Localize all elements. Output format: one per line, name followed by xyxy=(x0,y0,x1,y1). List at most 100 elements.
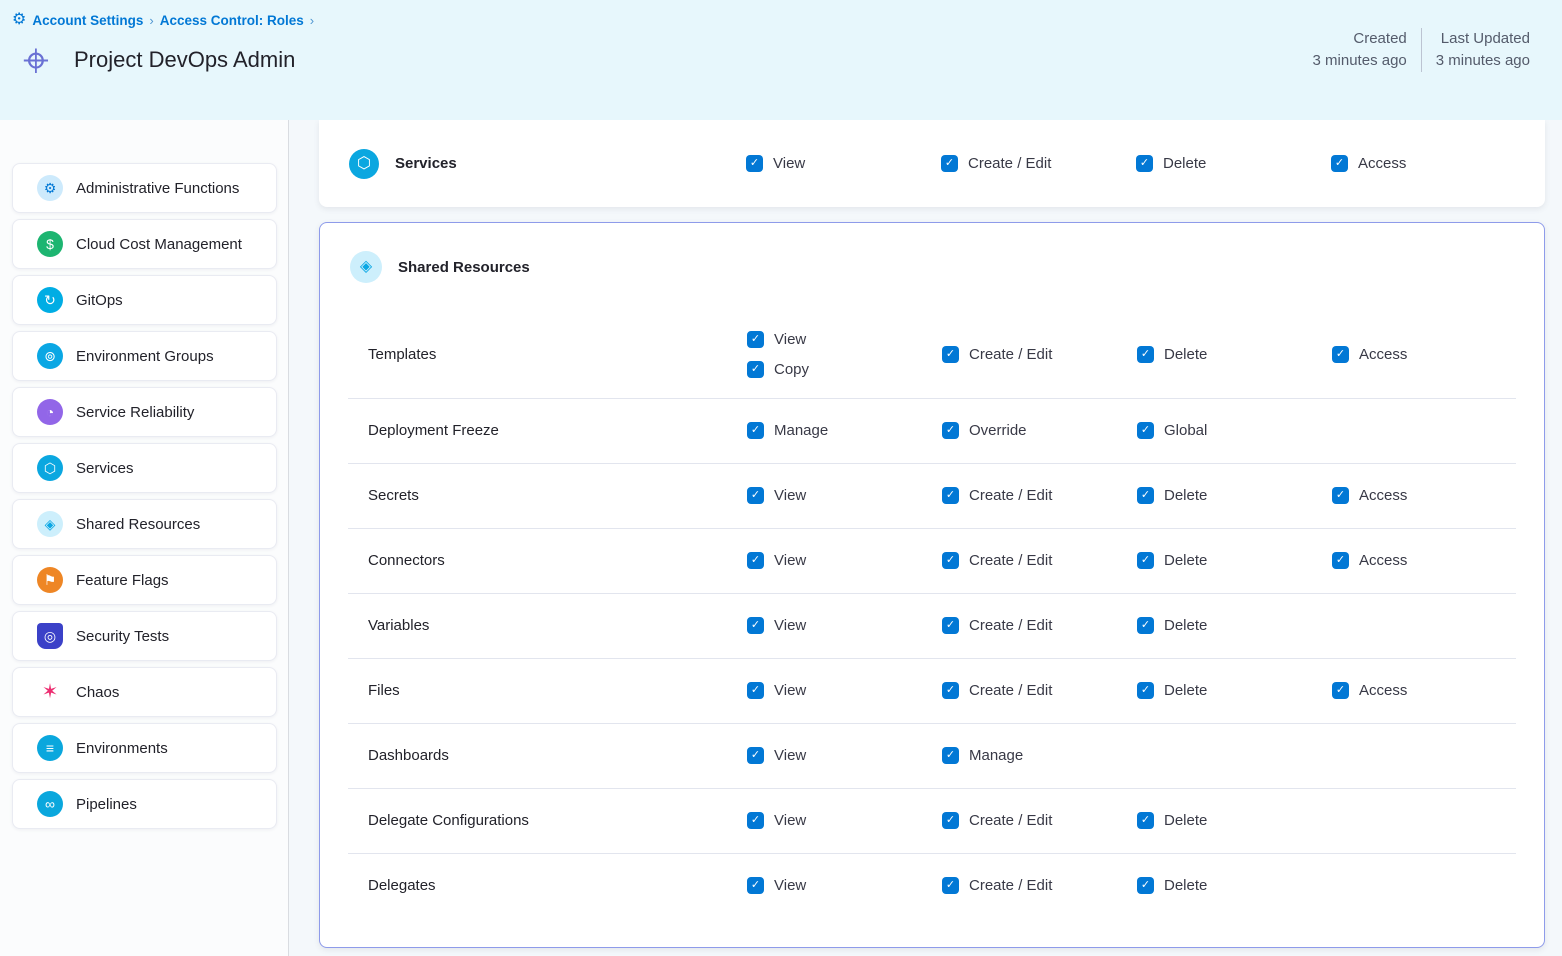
checkbox-checked-icon[interactable] xyxy=(1136,155,1153,172)
connectors-view-checkbox[interactable]: View xyxy=(747,552,942,569)
delegate-configurations-view-checkbox[interactable]: View xyxy=(747,812,942,829)
secrets-create-edit-checkbox[interactable]: Create / Edit xyxy=(942,487,1137,504)
permission-label: View xyxy=(774,877,806,894)
connectors-access-checkbox[interactable]: Access xyxy=(1332,552,1544,569)
checkbox-checked-icon[interactable] xyxy=(1137,346,1154,363)
checkbox-checked-icon[interactable] xyxy=(1331,155,1348,172)
services-create-edit-checkbox[interactable]: Create / Edit xyxy=(941,155,1136,172)
sidebar-item-chaos[interactable]: ✶Chaos xyxy=(12,667,277,717)
variables-view-checkbox[interactable]: View xyxy=(747,617,942,634)
sidebar-item-security-tests[interactable]: ◎Security Tests xyxy=(12,611,277,661)
permission-label: Access xyxy=(1359,346,1407,363)
checkbox-checked-icon[interactable] xyxy=(1137,487,1154,504)
checkbox-checked-icon[interactable] xyxy=(942,877,959,894)
variables-create-edit-checkbox[interactable]: Create / Edit xyxy=(942,617,1137,634)
templates-create-edit-checkbox[interactable]: Create / Edit xyxy=(942,346,1137,363)
variables-delete-checkbox[interactable]: Delete xyxy=(1137,617,1332,634)
checkbox-checked-icon[interactable] xyxy=(942,487,959,504)
breadcrumb-access-control-roles[interactable]: Access Control: Roles xyxy=(160,13,304,28)
checkbox-checked-icon[interactable] xyxy=(746,155,763,172)
sidebar-item-feature-flags[interactable]: ⚑Feature Flags xyxy=(12,555,277,605)
checkbox-checked-icon[interactable] xyxy=(1332,346,1349,363)
checkbox-checked-icon[interactable] xyxy=(747,422,764,439)
files-delete-checkbox[interactable]: Delete xyxy=(1137,682,1332,699)
templates-copy-checkbox[interactable]: Copy xyxy=(747,361,942,378)
checkbox-checked-icon[interactable] xyxy=(942,422,959,439)
sidebar-item-gitops[interactable]: ↻GitOps xyxy=(12,275,277,325)
checkbox-checked-icon[interactable] xyxy=(942,747,959,764)
sidebar-item-administrative-functions[interactable]: ⚙Administrative Functions xyxy=(12,163,277,213)
sidebar-item-label: Services xyxy=(76,460,134,477)
checkbox-checked-icon[interactable] xyxy=(1137,877,1154,894)
checkbox-checked-icon[interactable] xyxy=(747,812,764,829)
delegate-configurations-create-edit-checkbox[interactable]: Create / Edit xyxy=(942,812,1137,829)
delegates-view-checkbox[interactable]: View xyxy=(747,877,942,894)
security-tests-icon: ◎ xyxy=(37,623,63,649)
sidebar-item-pipelines[interactable]: ∞Pipelines xyxy=(12,779,277,829)
files-access-checkbox[interactable]: Access xyxy=(1332,682,1544,699)
permission-label: Copy xyxy=(774,361,809,378)
sidebar-item-cloud-cost-management[interactable]: $Cloud Cost Management xyxy=(12,219,277,269)
secrets-view-checkbox[interactable]: View xyxy=(747,487,942,504)
settings-gear-icon[interactable]: ⚙ xyxy=(12,12,26,28)
checkbox-checked-icon[interactable] xyxy=(1137,682,1154,699)
services-view-checkbox[interactable]: View xyxy=(746,155,941,172)
sidebar-item-environments[interactable]: ≡Environments xyxy=(12,723,277,773)
sidebar-item-service-reliability[interactable]: ◔Service Reliability xyxy=(12,387,277,437)
templates-access-checkbox[interactable]: Access xyxy=(1332,346,1544,363)
connectors-delete-checkbox[interactable]: Delete xyxy=(1137,552,1332,569)
environments-icon: ≡ xyxy=(37,735,63,761)
permission-row-delegate-configurations: Delegate ConfigurationsViewCreate / Edit… xyxy=(320,788,1544,853)
services-permissions-card: ⬡ Services View Create / Edit Delete Acc… xyxy=(319,120,1545,207)
checkbox-checked-icon[interactable] xyxy=(747,552,764,569)
checkbox-checked-icon[interactable] xyxy=(747,877,764,894)
resource-label: Dashboards xyxy=(368,747,747,764)
checkbox-checked-icon[interactable] xyxy=(1137,617,1154,634)
checkbox-checked-icon[interactable] xyxy=(942,346,959,363)
delegates-delete-checkbox[interactable]: Delete xyxy=(1137,877,1332,894)
environment-groups-icon: ⊚ xyxy=(37,343,63,369)
delegates-create-edit-checkbox[interactable]: Create / Edit xyxy=(942,877,1137,894)
sidebar-item-shared-resources[interactable]: ◈Shared Resources xyxy=(12,499,277,549)
templates-view-checkbox[interactable]: View xyxy=(747,331,942,348)
checkbox-checked-icon[interactable] xyxy=(1137,552,1154,569)
templates-delete-checkbox[interactable]: Delete xyxy=(1137,346,1332,363)
checkbox-checked-icon[interactable] xyxy=(1332,682,1349,699)
dashboards-manage-checkbox[interactable]: Manage xyxy=(942,747,1137,764)
checkbox-checked-icon[interactable] xyxy=(1332,552,1349,569)
checkbox-checked-icon[interactable] xyxy=(1137,422,1154,439)
checkbox-checked-icon[interactable] xyxy=(747,682,764,699)
checkbox-checked-icon[interactable] xyxy=(747,361,764,378)
checkbox-checked-icon[interactable] xyxy=(747,331,764,348)
permission-label: View xyxy=(774,552,806,569)
delegate-configurations-delete-checkbox[interactable]: Delete xyxy=(1137,812,1332,829)
files-view-checkbox[interactable]: View xyxy=(747,682,942,699)
deployment-freeze-manage-checkbox[interactable]: Manage xyxy=(747,422,942,439)
checkbox-checked-icon[interactable] xyxy=(941,155,958,172)
permission-row-files: FilesViewCreate / EditDeleteAccess xyxy=(320,658,1544,723)
connectors-create-edit-checkbox[interactable]: Create / Edit xyxy=(942,552,1137,569)
dashboards-view-checkbox[interactable]: View xyxy=(747,747,942,764)
checkbox-checked-icon[interactable] xyxy=(942,812,959,829)
sidebar-item-services[interactable]: ⬡Services xyxy=(12,443,277,493)
deployment-freeze-global-checkbox[interactable]: Global xyxy=(1137,422,1332,439)
services-access-checkbox[interactable]: Access xyxy=(1331,155,1545,172)
sidebar-item-environment-groups[interactable]: ⊚Environment Groups xyxy=(12,331,277,381)
checkbox-checked-icon[interactable] xyxy=(747,617,764,634)
checkbox-checked-icon[interactable] xyxy=(942,552,959,569)
checkbox-checked-icon[interactable] xyxy=(942,682,959,699)
checkbox-checked-icon[interactable] xyxy=(942,617,959,634)
secrets-access-checkbox[interactable]: Access xyxy=(1332,487,1544,504)
checkbox-checked-icon[interactable] xyxy=(1332,487,1349,504)
shared-resources-icon: ◈ xyxy=(37,511,63,537)
breadcrumb-account-settings[interactable]: Account Settings xyxy=(32,13,143,28)
permission-label: Create / Edit xyxy=(969,487,1052,504)
files-create-edit-checkbox[interactable]: Create / Edit xyxy=(942,682,1137,699)
checkbox-checked-icon[interactable] xyxy=(747,487,764,504)
secrets-delete-checkbox[interactable]: Delete xyxy=(1137,487,1332,504)
checkbox-checked-icon[interactable] xyxy=(747,747,764,764)
deployment-freeze-override-checkbox[interactable]: Override xyxy=(942,422,1137,439)
checkbox-checked-icon[interactable] xyxy=(1137,812,1154,829)
services-delete-checkbox[interactable]: Delete xyxy=(1136,155,1331,172)
permission-row-delegates: DelegatesViewCreate / EditDelete xyxy=(320,853,1544,918)
